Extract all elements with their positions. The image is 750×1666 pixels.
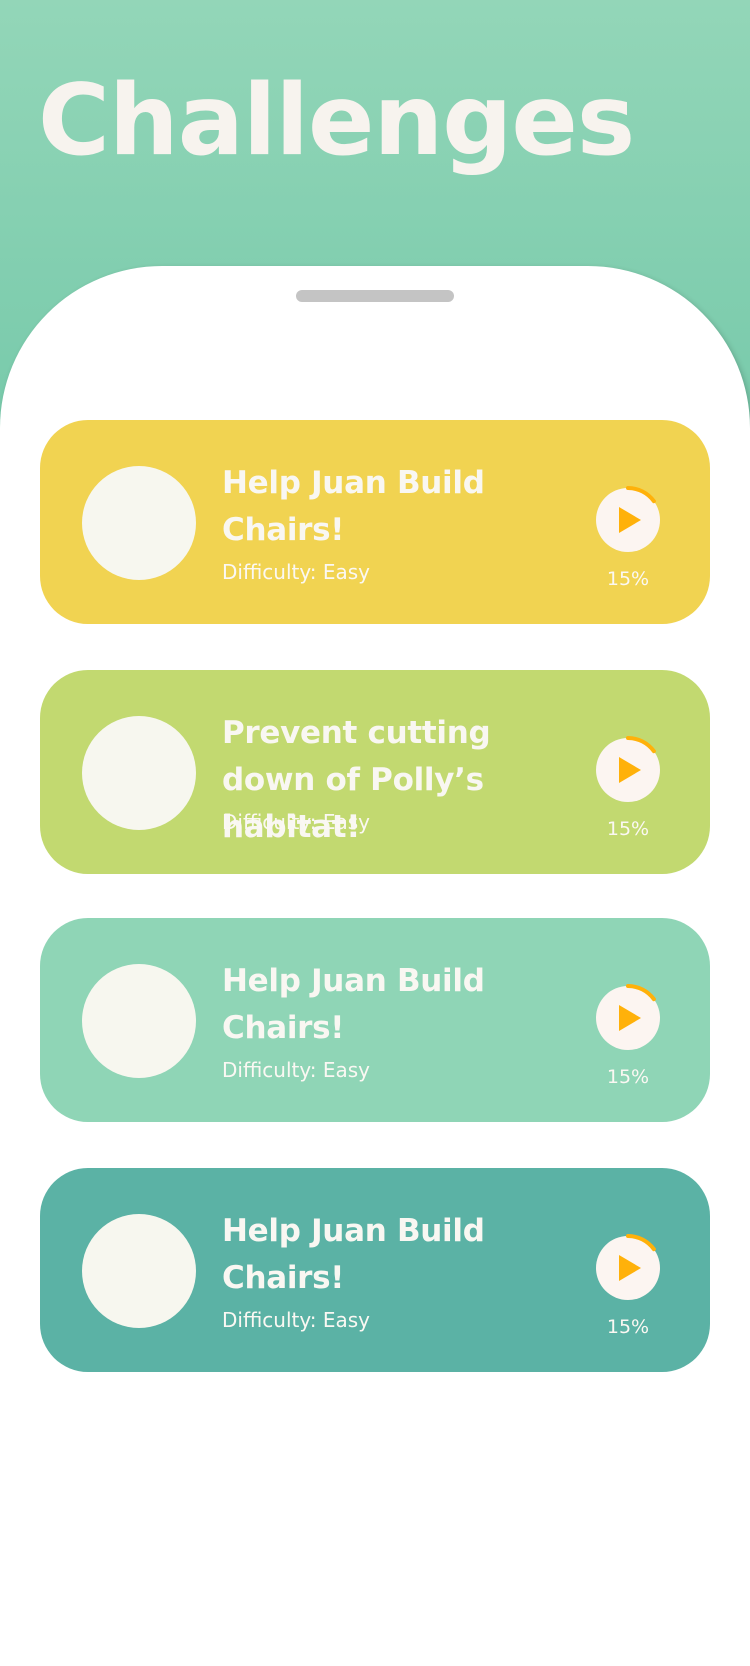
- sheet-drag-handle[interactable]: [296, 290, 454, 302]
- challenge-thumbnail: [82, 466, 196, 580]
- page-title: Challenges: [38, 64, 635, 178]
- progress-label: 15%: [606, 1066, 650, 1088]
- challenge-difficulty: Difficulty: Easy: [222, 810, 370, 834]
- challenge-card[interactable]: Help Juan Build Chairs! Difficulty: Easy…: [40, 918, 710, 1122]
- challenge-difficulty: Difficulty: Easy: [222, 560, 370, 584]
- play-button[interactable]: [594, 736, 662, 804]
- challenge-card[interactable]: Prevent cutting down of Polly’s habitat!…: [40, 670, 710, 874]
- play-icon: [596, 1234, 660, 1300]
- challenge-title: Help Juan Build Chairs!: [222, 465, 485, 548]
- play-button[interactable]: [594, 984, 662, 1052]
- challenge-difficulty: Difficulty: Easy: [222, 1308, 370, 1332]
- progress-label: 15%: [606, 1316, 650, 1338]
- play-button[interactable]: [594, 1234, 662, 1302]
- challenge-difficulty: Difficulty: Easy: [222, 1058, 370, 1082]
- play-icon: [596, 486, 660, 552]
- progress-label: 15%: [606, 568, 650, 590]
- play-icon: [596, 984, 660, 1050]
- challenge-thumbnail: [82, 1214, 196, 1328]
- challenge-card[interactable]: Help Juan Build Chairs! Difficulty: Easy…: [40, 1168, 710, 1372]
- play-icon: [596, 736, 660, 802]
- challenge-thumbnail: [82, 964, 196, 1078]
- challenge-title: Help Juan Build Chairs!: [222, 1213, 485, 1296]
- challenge-title: Help Juan Build Chairs!: [222, 963, 485, 1046]
- progress-label: 15%: [606, 818, 650, 840]
- challenge-card[interactable]: Help Juan Build Chairs! Difficulty: Easy…: [40, 420, 710, 624]
- challenge-thumbnail: [82, 716, 196, 830]
- play-button[interactable]: [594, 486, 662, 554]
